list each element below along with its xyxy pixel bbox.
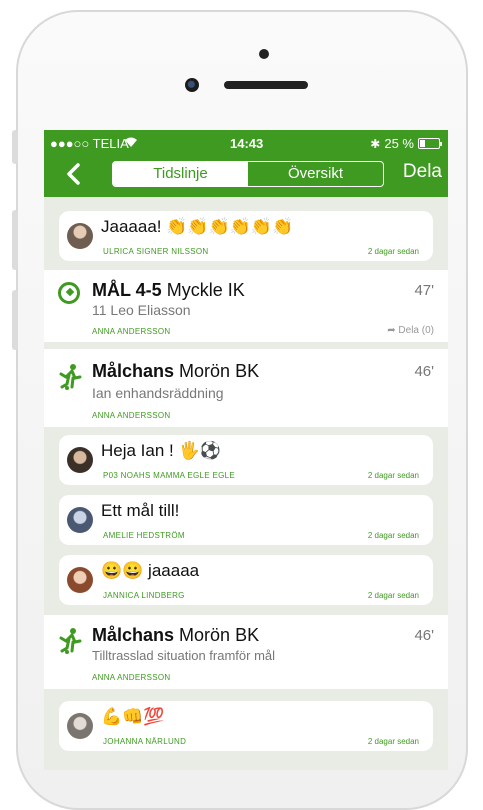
event-share-label: Dela (0) [398, 325, 434, 336]
battery-percent: 25 % [384, 136, 414, 151]
comment-author: ULRICA SIGNER NILSSON [103, 247, 209, 256]
event-share-button[interactable]: ➦ Dela (0) [387, 325, 434, 336]
battery-icon [418, 138, 442, 149]
comment-bubble: Jaaaaa! 👏👏👏👏👏👏 ULRICA SIGNER NILSSON 2 d… [59, 211, 433, 261]
event-subtitle: Tilltrasslad situation framför mål [92, 648, 276, 663]
event-minute: 46' [414, 363, 434, 380]
comment-author: JANNICA LINDBERG [103, 591, 185, 600]
status-bar: ●●●○○ TELIA 14:43 ✱ 25 % [44, 130, 448, 156]
app-screen: ●●●○○ TELIA 14:43 ✱ 25 % Tidslinje Övers… [44, 130, 448, 770]
nav-bar: Tidslinje Översikt Dela [44, 156, 448, 197]
event-author: ANNA ANDERSSON [92, 673, 171, 682]
tab-tidslinje[interactable]: Tidslinje [113, 162, 248, 186]
event-title: MÅL 4-5 Myckle IK [92, 280, 245, 301]
chance-event: Målchans Morön BK 46' Tilltrasslad situa… [44, 615, 448, 689]
event-author: ANNA ANDERSSON [92, 411, 171, 420]
comment-author: AMELIE HEDSTRÖM [103, 531, 185, 540]
event-subtitle: 11 Leo Eliasson [92, 302, 191, 318]
avatar [67, 223, 93, 249]
event-minute: 47' [414, 282, 434, 299]
status-time: 14:43 [230, 136, 264, 151]
kicking-player-icon [58, 627, 82, 662]
share-arrow-icon: ➦ [387, 325, 396, 336]
comment-bubble: Heja Ian ! 🖐⚽ P03 NOAHS MAMMA EGLE EGLE … [59, 435, 433, 485]
comment-time: 2 dagar sedan [367, 247, 419, 256]
mute-switch [12, 130, 18, 164]
wifi-icon [124, 136, 138, 151]
comment-bubble: 😀😀 jaaaaa JANNICA LINDBERG 2 dagar sedan [59, 555, 433, 605]
comment-text: 💪👊💯 [101, 707, 165, 726]
volume-up-button [12, 210, 18, 270]
event-type: MÅL 4-5 [92, 280, 162, 300]
avatar [67, 507, 93, 533]
event-author: ANNA ANDERSSON [92, 327, 171, 336]
view-segmented-control: Tidslinje Översikt [112, 161, 384, 187]
earpiece-speaker [224, 81, 308, 89]
event-minute: 46' [414, 627, 434, 644]
comment-text: Heja Ian ! 🖐⚽ [101, 441, 221, 460]
share-button[interactable]: Dela [403, 161, 442, 183]
event-title: Målchans Morön BK [92, 361, 259, 382]
comment-time: 2 dagar sedan [367, 591, 419, 600]
comment-bubble: 💪👊💯 JOHANNA NÄRLUND 2 dagar sedan [59, 701, 433, 751]
goal-event: MÅL 4-5 Myckle IK 47' 11 Leo Eliasson AN… [44, 270, 448, 342]
comment-text: Ett mål till! [101, 501, 180, 520]
proximity-sensor [259, 49, 269, 59]
chance-event: Målchans Morön BK 46' Ian enhandsräddnin… [44, 349, 448, 427]
avatar [67, 447, 93, 473]
comment-bubble: Ett mål till! AMELIE HEDSTRÖM 2 dagar se… [59, 495, 433, 545]
event-team: Morön BK [179, 361, 260, 381]
back-icon[interactable] [66, 161, 80, 192]
event-team: Myckle IK [166, 280, 245, 300]
comment-time: 2 dagar sedan [367, 471, 419, 480]
soccer-ball-icon [58, 282, 80, 304]
tab-oversikt[interactable]: Översikt [248, 162, 383, 186]
carrier-label: ●●●○○ TELIA [50, 136, 129, 151]
bluetooth-icon: ✱ [370, 136, 381, 151]
volume-down-button [12, 290, 18, 350]
front-camera [185, 78, 199, 92]
comment-text: Jaaaaa! 👏👏👏👏👏👏 [101, 217, 294, 236]
event-subtitle: Ian enhandsräddning [92, 385, 224, 401]
comment-text: 😀😀 jaaaaa [101, 561, 200, 580]
status-right: ✱ 25 % [370, 136, 442, 151]
event-team: Morön BK [179, 625, 260, 645]
kicking-player-icon [58, 363, 82, 398]
comment-author: JOHANNA NÄRLUND [103, 737, 187, 746]
avatar [67, 567, 93, 593]
avatar [67, 713, 93, 739]
comment-author: P03 NOAHS MAMMA EGLE EGLE [103, 471, 235, 480]
comment-time: 2 dagar sedan [367, 737, 419, 746]
event-title: Målchans Morön BK [92, 625, 259, 646]
comment-time: 2 dagar sedan [367, 531, 419, 540]
event-type: Målchans [92, 361, 175, 381]
event-type: Målchans [92, 625, 175, 645]
